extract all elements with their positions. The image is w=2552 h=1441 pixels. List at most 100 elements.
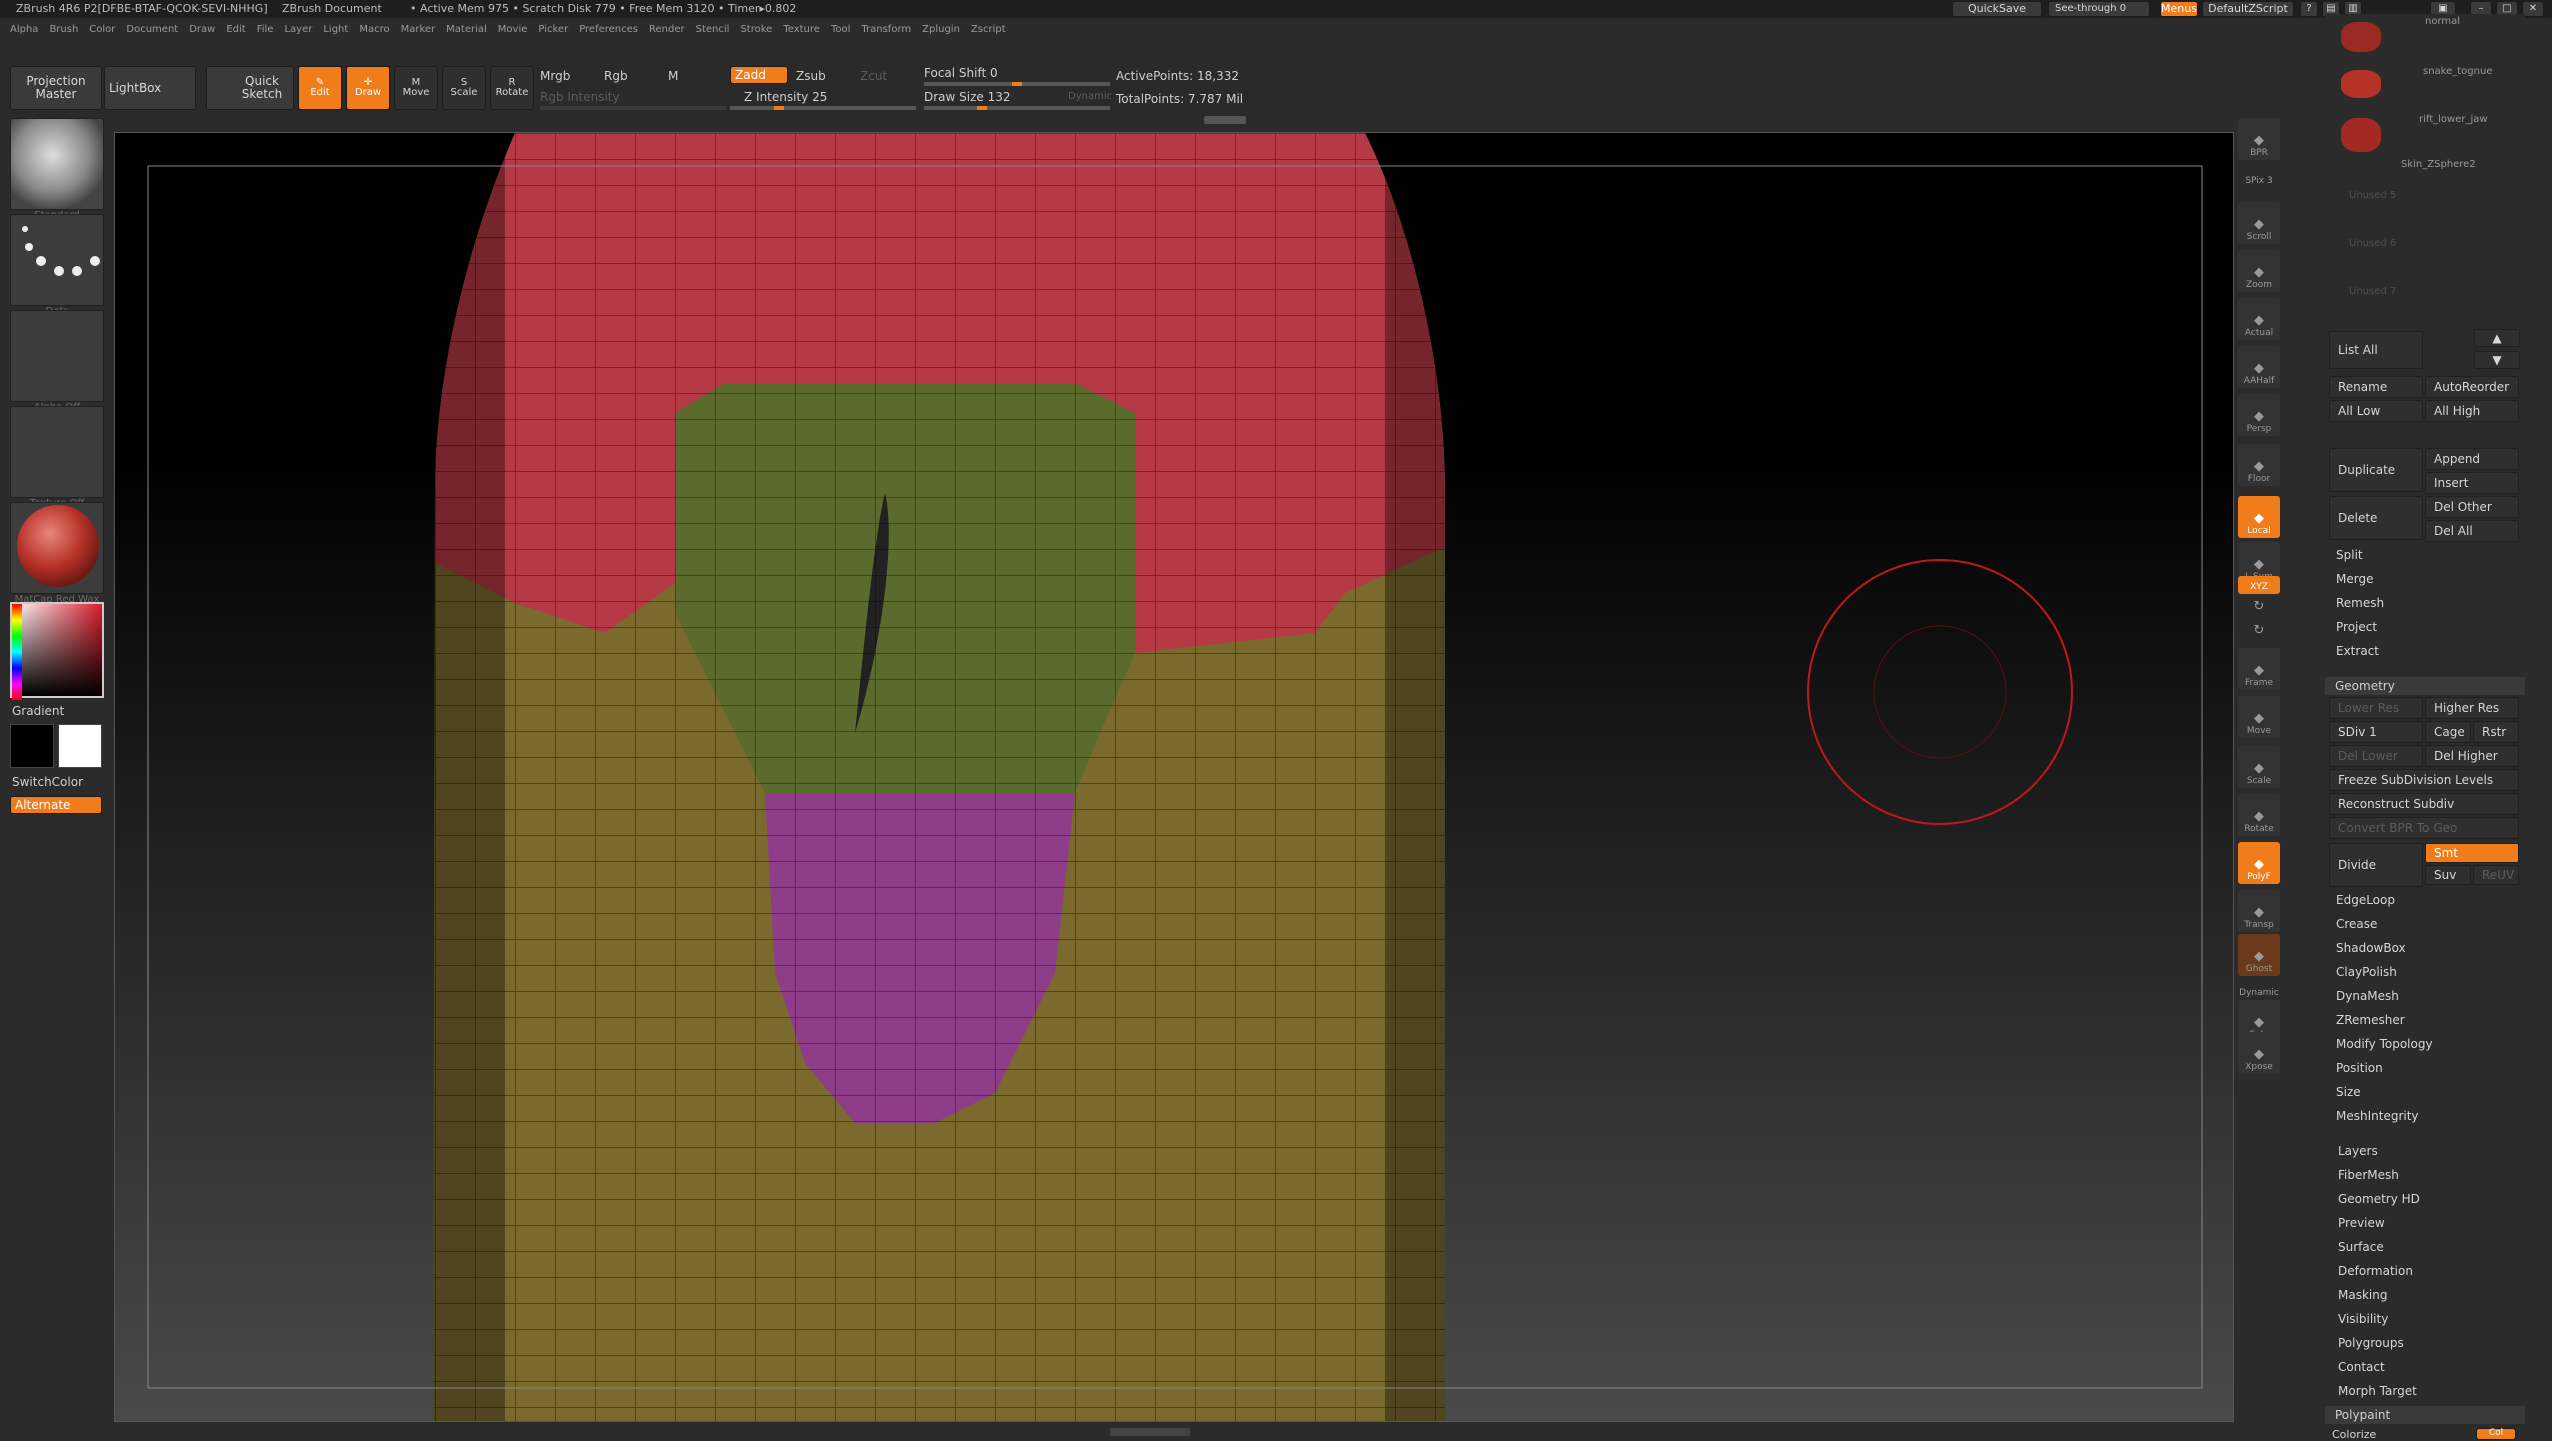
polyf-button[interactable]: ◆ PolyF bbox=[2238, 842, 2280, 884]
colorize-toggle[interactable]: Col bbox=[2476, 1428, 2516, 1440]
append-button[interactable]: Append bbox=[2425, 448, 2519, 470]
menu-preferences[interactable]: Preferences bbox=[579, 24, 638, 35]
menu-document[interactable]: Document bbox=[126, 24, 178, 35]
higher-res-button[interactable]: Higher Res bbox=[2425, 697, 2519, 719]
zcut-button[interactable]: Zcut bbox=[860, 69, 887, 83]
zsub-button[interactable]: Zsub bbox=[796, 69, 826, 83]
dynamic-button[interactable]: Dynamic bbox=[2238, 982, 2280, 1000]
scale-button[interactable]: S Scale bbox=[442, 66, 486, 110]
xpose-button[interactable]: ◆ Xpose bbox=[2238, 1032, 2280, 1074]
split-item[interactable]: Split bbox=[2336, 548, 2363, 562]
menu-brush[interactable]: Brush bbox=[49, 24, 78, 35]
ghost-button[interactable]: ◆ Ghost bbox=[2238, 934, 2280, 976]
aahalf-button[interactable]: ◆ AAHalf bbox=[2238, 346, 2280, 388]
xyz-button[interactable]: XYZ bbox=[2238, 576, 2280, 594]
subtool-unused-7[interactable]: Unused 7 bbox=[2349, 286, 2396, 297]
delete-button[interactable]: Delete bbox=[2329, 496, 2423, 540]
rot1-button[interactable]: ↻ bbox=[2238, 598, 2280, 616]
projection-master-button[interactable]: Projection Master bbox=[10, 66, 102, 110]
move-button[interactable]: M Move bbox=[394, 66, 438, 110]
merge-item[interactable]: Merge bbox=[2336, 572, 2373, 586]
z-intensity-track[interactable] bbox=[730, 106, 916, 110]
all-high-button[interactable]: All High bbox=[2425, 400, 2519, 422]
bpr-button[interactable]: ◆ BPR bbox=[2238, 118, 2280, 160]
quicksave-button[interactable]: QuickSave bbox=[1952, 1, 2042, 17]
see-through-slider[interactable]: See-through 0 bbox=[2048, 1, 2150, 17]
rotate-button[interactable]: R Rotate bbox=[490, 66, 534, 110]
menu-layer[interactable]: Layer bbox=[284, 24, 312, 35]
local-button[interactable]: ◆ Local bbox=[2238, 496, 2280, 538]
frame-button[interactable]: ◆ Frame bbox=[2238, 648, 2280, 690]
quick-sketch-button[interactable]: Quick Sketch bbox=[206, 66, 294, 110]
menu-stroke[interactable]: Stroke bbox=[740, 24, 772, 35]
visibility-section[interactable]: Visibility bbox=[2338, 1312, 2388, 1326]
persp-button[interactable]: ◆ Persp bbox=[2238, 394, 2280, 436]
layers-section[interactable]: Layers bbox=[2338, 1144, 2378, 1158]
geometry-header[interactable]: Geometry bbox=[2325, 677, 2525, 695]
zremesher-item[interactable]: ZRemesher bbox=[2336, 1013, 2405, 1027]
scroll-button[interactable]: ◆ Scroll bbox=[2238, 202, 2280, 244]
reuv-toggle[interactable]: ReUV bbox=[2473, 865, 2519, 885]
autoreorder-button[interactable]: AutoReorder bbox=[2425, 376, 2519, 398]
subtool-name-snake-tognue[interactable]: snake_tognue bbox=[2423, 66, 2492, 77]
sdiv-slider[interactable]: SDiv 1 bbox=[2329, 721, 2423, 743]
surface-section[interactable]: Surface bbox=[2338, 1240, 2384, 1254]
rstr-button[interactable]: Rstr bbox=[2473, 721, 2519, 743]
morph-target-section[interactable]: Morph Target bbox=[2338, 1384, 2417, 1398]
switchcolor-button[interactable]: SwitchColor bbox=[12, 775, 83, 789]
geometry-hd-section[interactable]: Geometry HD bbox=[2338, 1192, 2420, 1206]
mrgb-button[interactable]: Mrgb bbox=[540, 69, 570, 83]
menu-edit[interactable]: Edit bbox=[226, 24, 245, 35]
subtool-name-skin-zsphere2[interactable]: Skin_ZSphere2 bbox=[2401, 159, 2476, 170]
menu-color[interactable]: Color bbox=[89, 24, 115, 35]
preview-section[interactable]: Preview bbox=[2338, 1216, 2385, 1230]
focal-shift-track[interactable] bbox=[924, 82, 1110, 86]
project-item[interactable]: Project bbox=[2336, 620, 2377, 634]
focal-shift-slider[interactable]: Focal Shift 0 bbox=[924, 66, 998, 80]
subtool-thumb-normal[interactable] bbox=[2341, 22, 2381, 52]
del-other-button[interactable]: Del Other bbox=[2425, 496, 2519, 518]
toolbar-collapse-handle[interactable] bbox=[1204, 116, 1246, 124]
del-lower-button[interactable]: Del Lower bbox=[2329, 745, 2423, 767]
zadd-button[interactable]: Zadd bbox=[730, 66, 788, 84]
arrow-up-icon[interactable]: ▲ bbox=[2474, 329, 2520, 347]
canvas-viewport[interactable] bbox=[114, 132, 2234, 1422]
claypolish-item[interactable]: ClayPolish bbox=[2336, 965, 2397, 979]
material-thumbnail[interactable]: MatCap Red Wax bbox=[10, 502, 104, 605]
subtool-thumb-snake-tognue[interactable] bbox=[2341, 70, 2381, 98]
menu-tool[interactable]: Tool bbox=[831, 24, 850, 35]
shadowbox-item[interactable]: ShadowBox bbox=[2336, 941, 2406, 955]
freeze-subdivision-button[interactable]: Freeze SubDivision Levels bbox=[2329, 769, 2519, 791]
draw-button[interactable]: ✛ Draw bbox=[346, 66, 390, 110]
draw-size-track[interactable] bbox=[924, 106, 1110, 110]
insert-button[interactable]: Insert bbox=[2425, 472, 2519, 494]
divide-button[interactable]: Divide bbox=[2329, 843, 2423, 887]
list-all-button[interactable]: List All bbox=[2329, 331, 2423, 369]
subtool-name-rift-lower-jaw[interactable]: rift_lower_jaw bbox=[2419, 114, 2488, 125]
extract-item[interactable]: Extract bbox=[2336, 644, 2379, 658]
size-item[interactable]: Size bbox=[2336, 1085, 2361, 1099]
spix-button[interactable]: SPix 3 bbox=[2238, 170, 2280, 188]
modify-topology-item[interactable]: Modify Topology bbox=[2336, 1037, 2433, 1051]
cage-button[interactable]: Cage bbox=[2425, 721, 2471, 743]
zoom-button[interactable]: ◆ Zoom bbox=[2238, 250, 2280, 292]
meshintegrity-item[interactable]: MeshIntegrity bbox=[2336, 1109, 2419, 1123]
dynamic-toggle[interactable]: Dynamic bbox=[1068, 91, 1112, 102]
dynamesh-item[interactable]: DynaMesh bbox=[2336, 989, 2399, 1003]
duplicate-button[interactable]: Duplicate bbox=[2329, 448, 2423, 492]
smt-toggle[interactable]: Smt bbox=[2425, 843, 2519, 863]
masking-section[interactable]: Masking bbox=[2338, 1288, 2387, 1302]
subtool-name-normal[interactable]: normal bbox=[2425, 16, 2460, 27]
edgeloop-item[interactable]: EdgeLoop bbox=[2336, 893, 2395, 907]
menu-texture[interactable]: Texture bbox=[783, 24, 820, 35]
close-icon[interactable]: ✕ bbox=[2522, 1, 2544, 17]
actual-button[interactable]: ◆ Actual bbox=[2238, 298, 2280, 340]
hue-strip[interactable] bbox=[12, 604, 22, 700]
rename-button[interactable]: Rename bbox=[2329, 376, 2423, 398]
menu-alpha[interactable]: Alpha bbox=[10, 24, 38, 35]
del-all-button[interactable]: Del All bbox=[2425, 520, 2519, 542]
menu-transform[interactable]: Transform bbox=[861, 24, 911, 35]
rgb-intensity-slider[interactable]: Rgb Intensity bbox=[540, 90, 620, 104]
gradient-toggle[interactable]: Gradient bbox=[12, 704, 64, 718]
deformation-section[interactable]: Deformation bbox=[2338, 1264, 2413, 1278]
